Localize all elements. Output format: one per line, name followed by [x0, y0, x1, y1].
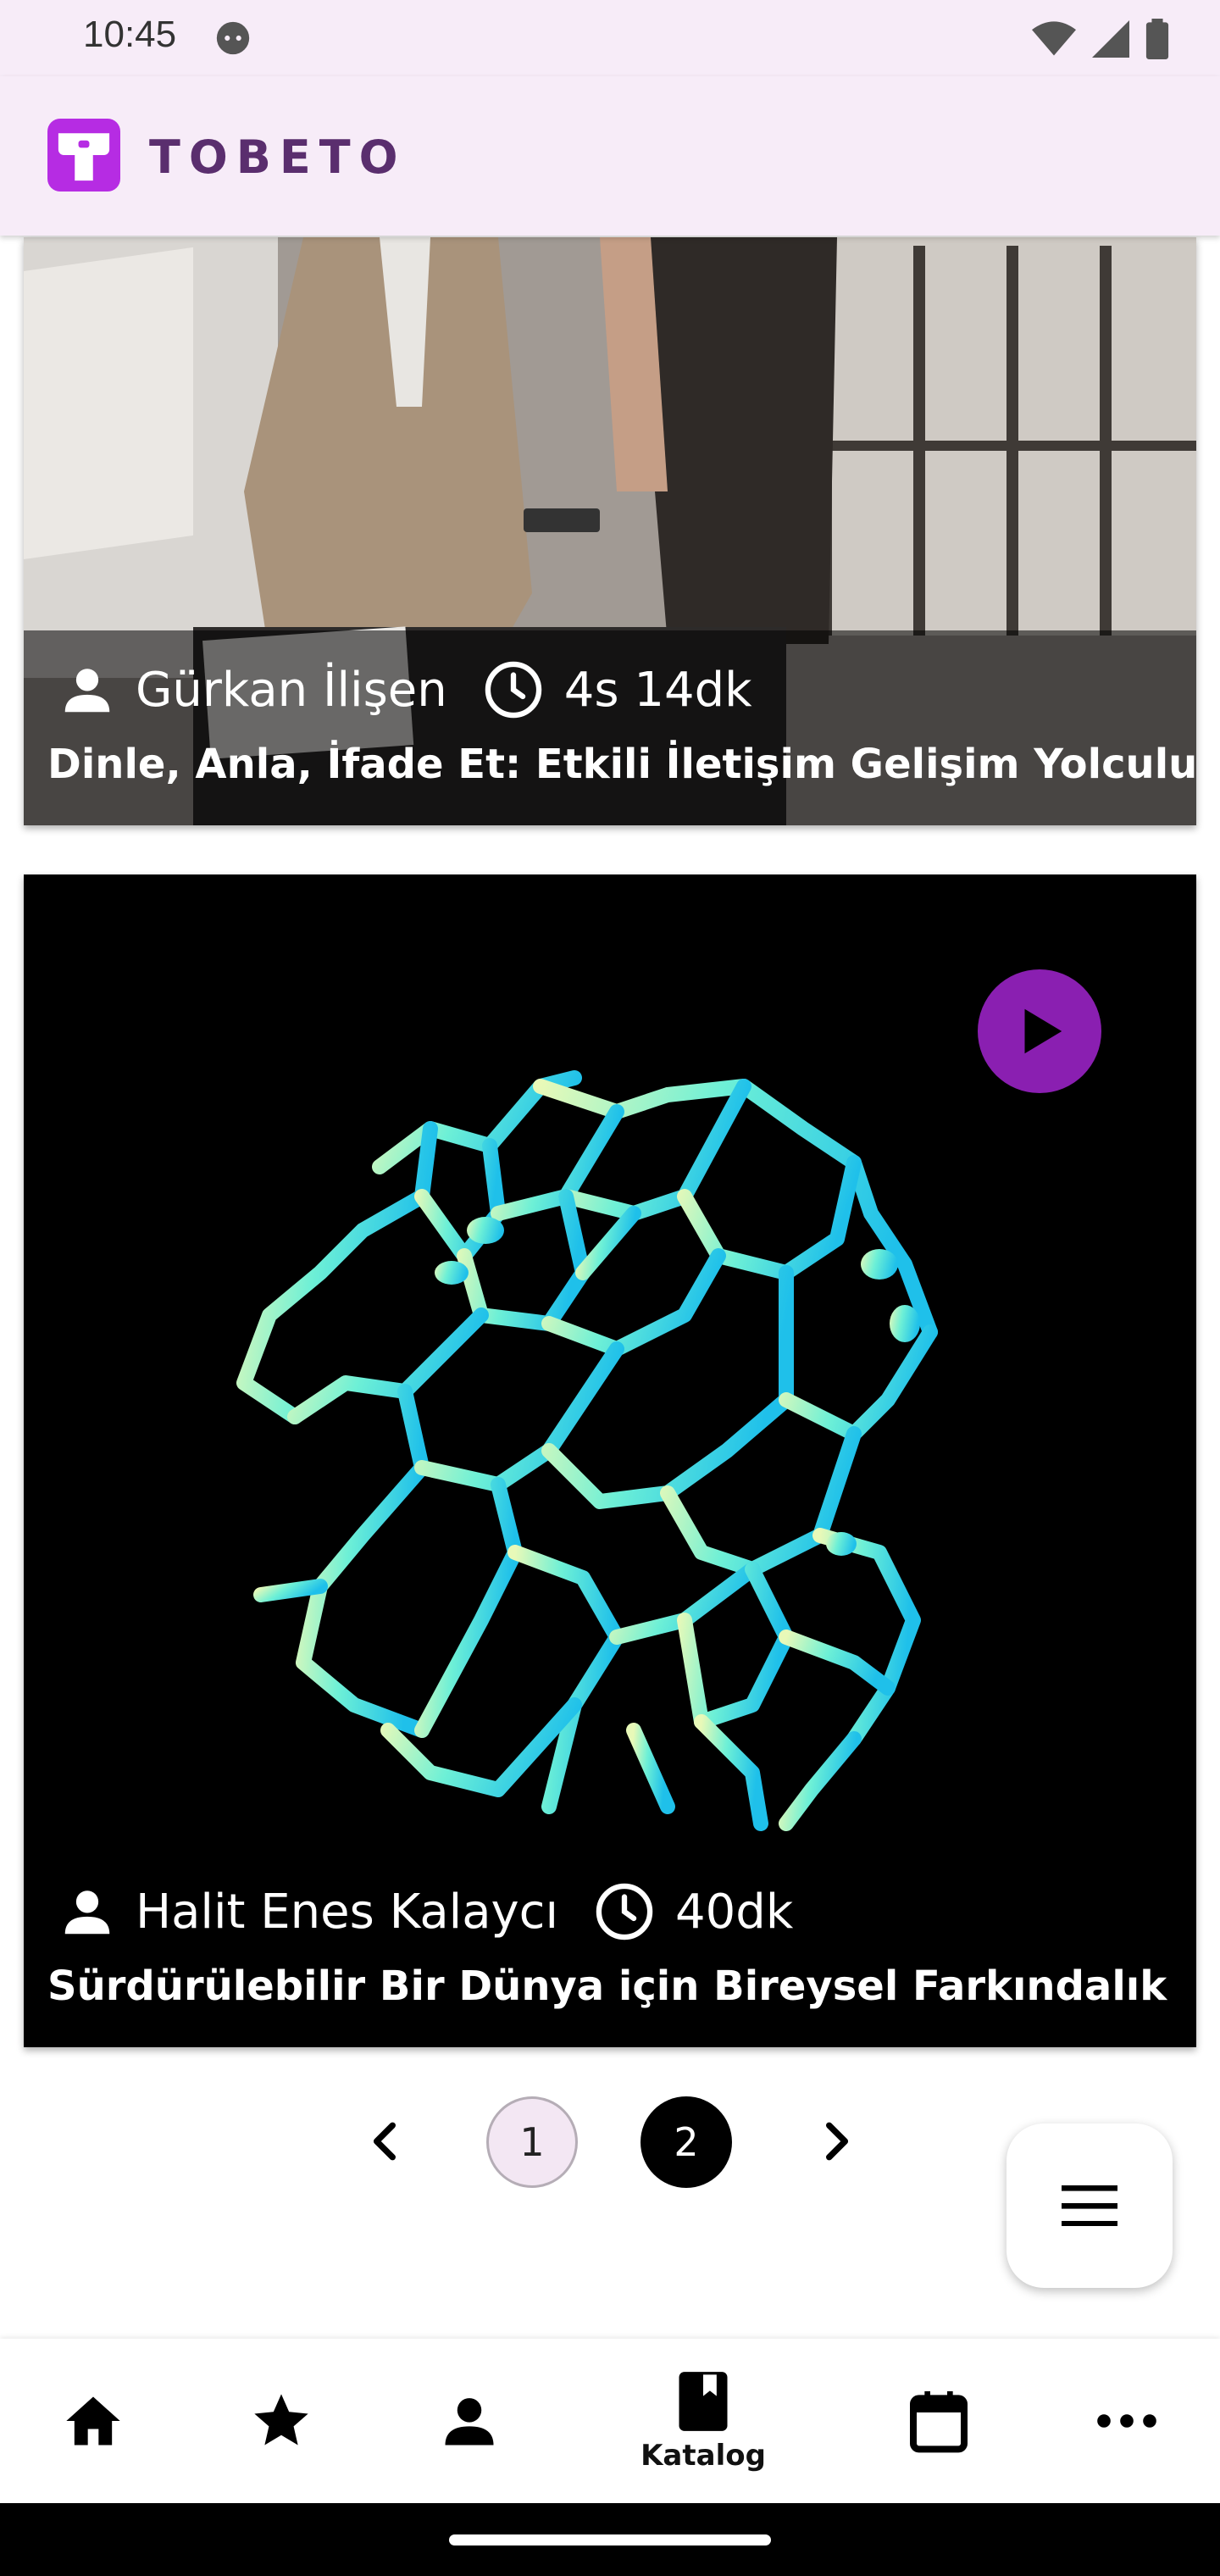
play-icon	[1024, 1008, 1062, 1054]
logo-text: TOBETO	[149, 130, 407, 184]
app-notification-icon	[216, 21, 250, 55]
person-icon	[64, 1890, 110, 1935]
book-icon	[679, 2372, 728, 2431]
page-button-2[interactable]: 2	[640, 2096, 732, 2188]
nav-item-catalog[interactable]: Katalog	[635, 2339, 771, 2503]
nav-item-more[interactable]	[1059, 2339, 1195, 2503]
wifi-icon	[1032, 21, 1076, 56]
person-icon	[64, 669, 110, 713]
app-bar: TOBETO	[0, 76, 1220, 236]
chevron-left-icon[interactable]	[364, 2120, 407, 2162]
card-info-overlay: Halit Enes Kalaycı 40dk Sürdürülebilir B…	[24, 1852, 1196, 2047]
nav-item-profile[interactable]	[402, 2339, 537, 2503]
calendar-icon	[910, 2391, 968, 2453]
nav-label-catalog: Katalog	[640, 2439, 766, 2473]
signal-icon	[1092, 20, 1129, 58]
course-title: Sürdürülebilir Bir Dünya için Bireysel F…	[47, 1963, 1167, 2010]
course-card[interactable]: Gürkan İlişen 4s 14dk Dinle, Anla, İfade…	[24, 237, 1196, 825]
nav-item-calendar[interactable]	[871, 2339, 1006, 2503]
person-icon	[445, 2398, 494, 2446]
more-icon	[1097, 2414, 1156, 2428]
nav-item-favorites[interactable]	[214, 2339, 349, 2503]
bottom-nav: Katalog	[0, 2339, 1220, 2503]
clock-icon	[485, 661, 541, 719]
status-icons	[1032, 19, 1169, 59]
tobeto-logo-icon[interactable]	[47, 119, 120, 192]
course-duration: 40dk	[675, 1884, 794, 1940]
menu-icon	[1062, 2185, 1117, 2226]
course-card[interactable]: Halit Enes Kalaycı 40dk Sürdürülebilir B…	[24, 874, 1196, 2047]
home-gesture-handle[interactable]	[449, 2534, 771, 2545]
instructor-name: Gürkan İlişen	[136, 662, 447, 718]
status-bar: 10:45	[0, 0, 1220, 76]
status-time: 10:45	[83, 14, 177, 55]
course-duration: 4s 14dk	[563, 662, 752, 718]
play-button[interactable]	[978, 969, 1101, 1093]
course-title: Dinle, Anla, İfade Et: Etkili İletişim G…	[47, 741, 1196, 788]
menu-fab-button[interactable]	[1006, 2124, 1173, 2288]
clock-icon	[596, 1883, 653, 1940]
instructor-name: Halit Enes Kalaycı	[136, 1884, 559, 1940]
nav-item-home[interactable]	[25, 2339, 161, 2503]
chevron-right-icon[interactable]	[815, 2120, 857, 2162]
card-info-overlay: Gürkan İlişen 4s 14dk Dinle, Anla, İfade…	[24, 630, 1196, 825]
star-icon	[254, 2394, 308, 2446]
home-icon	[66, 2396, 120, 2446]
battery-icon	[1145, 19, 1169, 59]
card-meta: Gürkan İlişen 4s 14dk	[58, 649, 752, 730]
card-meta: Halit Enes Kalaycı 40dk	[58, 1871, 793, 1952]
system-gesture-bar	[0, 2503, 1220, 2576]
page-button-1[interactable]: 1	[486, 2096, 578, 2188]
